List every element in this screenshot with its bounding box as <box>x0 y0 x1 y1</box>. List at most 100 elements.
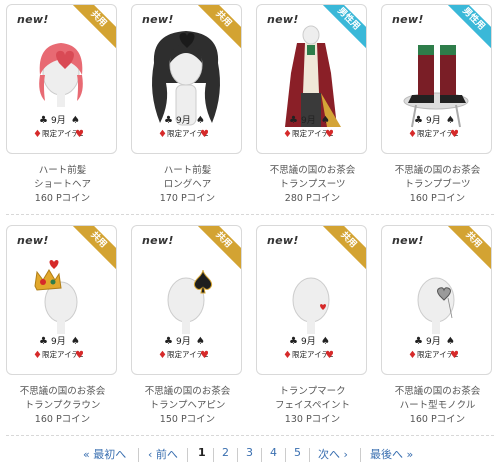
svg-text:♠: ♠ <box>71 336 80 347</box>
svg-text:♠: ♠ <box>446 336 455 347</box>
limited-badge-icon: ♣ 9月 ♠ ♦ 限定アイテム ♥ <box>158 336 208 361</box>
item-card[interactable]: new! 男性用 ♣ 9月 ♠ ♦ 限定アイテム ♥ <box>252 4 367 214</box>
page-number-current: 1 <box>198 446 206 459</box>
item-price: 130 Pコイン <box>284 414 341 425</box>
item-card[interactable]: new! 共用 ♣ 9月 ♠ ♦ 限定アイテム ♥ <box>2 225 117 435</box>
item-price: 150 Pコイン <box>159 414 216 425</box>
limited-badge-icon: ♣ 9月 ♠ ♦ 限定アイテム ♥ <box>283 115 333 140</box>
item-name-line2: トランプブーツ <box>404 179 471 190</box>
svg-text:♥: ♥ <box>75 129 83 140</box>
item-price: 280 Pコイン <box>284 193 341 204</box>
page-number-link[interactable]: 3 <box>246 446 253 459</box>
svg-text:♥: ♥ <box>200 350 208 361</box>
pager-divider <box>285 448 286 462</box>
item-caption: ハート前髪 ショートヘア 160 Pコイン <box>2 164 123 206</box>
pager-divider <box>237 448 238 462</box>
item-card[interactable]: new! 男性用 ♣ 9月 ♠ ♦ 限定アイテム 不思議の国のお茶会 トランプブ… <box>377 4 492 214</box>
svg-text:♥: ♥ <box>75 350 83 361</box>
item-name-line1: ハート前髪 <box>163 165 212 176</box>
limited-badge-icon: ♣ 9月 ♠ ♦ 限定アイテム ♥ <box>33 336 83 361</box>
svg-text:♠: ♠ <box>321 115 330 126</box>
pager-divider <box>213 448 214 462</box>
svg-text:♣: ♣ <box>164 115 173 126</box>
svg-text:♦: ♦ <box>158 129 167 140</box>
limited-badge-icon: ♣ 9月 ♠ ♦ 限定アイテム ♥ <box>33 115 83 140</box>
item-name-line1: 不思議の国のお茶会 <box>144 386 231 397</box>
row-divider <box>6 435 494 436</box>
pager-divider <box>187 448 188 462</box>
item-thumbnail[interactable]: new! 共用 ♣ 9月 ♠ ♦ 限定アイテム ♥ <box>6 225 117 375</box>
svg-text:♣: ♣ <box>164 336 173 347</box>
item-caption: トランプマーク フェイスペイント 130 Pコイン <box>252 385 373 427</box>
pager-divider <box>360 448 361 462</box>
item-name-line1: ハート前髪 <box>38 165 87 176</box>
page-number-link[interactable]: 5 <box>294 446 301 459</box>
page-number-link[interactable]: 4 <box>270 446 277 459</box>
page-number-link[interactable]: 2 <box>222 446 229 459</box>
svg-text:♦: ♦ <box>283 129 292 140</box>
badge-month: 9月 <box>176 336 191 347</box>
item-thumbnail[interactable]: new! 共用 ♣ 9月 ♠ ♦ 限定アイテム ♥ <box>131 4 242 154</box>
svg-text:♠: ♠ <box>321 336 330 347</box>
svg-text:♥: ♥ <box>325 350 333 361</box>
badge-month: 9月 <box>301 336 316 347</box>
item-card[interactable]: new! 共用 ♣ 9月 ♠ ♦ 限定アイテム ♥ 不思議の国のお茶会 <box>127 225 242 435</box>
item-name-line2: トランプヘアピン <box>149 400 226 411</box>
item-caption: 不思議の国のお茶会 トランプスーツ 280 Pコイン <box>252 164 373 206</box>
item-caption: 不思議の国のお茶会 トランプクラウン 160 Pコイン <box>2 385 123 427</box>
item-name-line1: 不思議の国のお茶会 <box>19 386 106 397</box>
item-thumbnail[interactable]: new! 共用 ♣ 9月 ♠ ♦ 限定アイテム ♥ <box>6 4 117 154</box>
last-page-link[interactable]: 最後へ » <box>370 446 413 462</box>
badge-month: 9月 <box>51 336 66 347</box>
limited-badge-icon: ♣ 9月 ♠ ♦ 限定アイテム ♥ <box>408 336 458 361</box>
svg-text:♣: ♣ <box>414 336 423 347</box>
svg-text:♣: ♣ <box>414 115 423 126</box>
item-price: 160 Pコイン <box>409 193 466 204</box>
item-card[interactable]: new! 共用 ♣ 9月 ♠ ♦ 限定アイテム ♥ <box>2 4 117 214</box>
svg-text:♦: ♦ <box>33 129 42 140</box>
item-price: 160 Pコイン <box>409 414 466 425</box>
svg-text:♣: ♣ <box>289 336 298 347</box>
item-thumbnail[interactable]: new! 男性用 ♣ 9月 ♠ ♦ 限定アイテム ♥ <box>256 4 367 154</box>
first-page-link[interactable]: « 最初へ <box>83 446 126 462</box>
svg-text:♠: ♠ <box>196 115 205 126</box>
item-card[interactable]: new! 共用 ♣ 9月 ♠ ♦ 限定アイテム ♥ トランプマーク <box>252 225 367 435</box>
svg-text:♠: ♠ <box>446 115 455 126</box>
svg-text:♠: ♠ <box>71 115 80 126</box>
svg-text:♣: ♣ <box>39 336 48 347</box>
svg-text:♣: ♣ <box>39 115 48 126</box>
item-price: 160 Pコイン <box>34 414 91 425</box>
badge-month: 9月 <box>51 115 66 126</box>
svg-text:♣: ♣ <box>289 115 298 126</box>
prev-page-link[interactable]: ‹ 前へ <box>148 446 178 462</box>
item-thumbnail[interactable]: new! 共用 ♣ 9月 ♠ ♦ 限定アイテム ♥ <box>381 225 492 375</box>
item-row: new! 共用 ♣ 9月 ♠ ♦ 限定アイテム ♥ <box>0 221 500 441</box>
item-name-line2: フェイスペイント <box>274 400 351 411</box>
svg-text:♦: ♦ <box>33 350 42 361</box>
limited-badge-icon: ♣ 9月 ♠ ♦ 限定アイテム ♥ <box>158 115 208 140</box>
item-thumbnail[interactable]: new! 共用 ♣ 9月 ♠ ♦ 限定アイテム ♥ <box>131 225 242 375</box>
item-card[interactable]: new! 共用 ♣ 9月 ♠ ♦ 限定アイテム ♥ <box>127 4 242 214</box>
badge-month: 9月 <box>426 115 441 126</box>
limited-badge-icon: ♣ 9月 ♠ ♦ 限定アイテム ♥ <box>408 115 458 140</box>
item-name-line1: 不思議の国のお茶会 <box>394 165 481 176</box>
pager-divider <box>309 448 310 462</box>
item-card[interactable]: new! 共用 ♣ 9月 ♠ ♦ 限定アイテム ♥ 不思議の <box>377 225 492 435</box>
svg-text:♠: ♠ <box>196 336 205 347</box>
svg-text:♦: ♦ <box>408 350 417 361</box>
badge-month: 9月 <box>301 115 316 126</box>
pager-divider <box>138 448 139 462</box>
svg-text:♦: ♦ <box>408 129 417 140</box>
item-thumbnail[interactable]: new! 男性用 ♣ 9月 ♠ ♦ 限定アイテム <box>381 4 492 154</box>
item-name-line1: 不思議の国のお茶会 <box>394 386 481 397</box>
item-caption: 不思議の国のお茶会 トランプブーツ 160 Pコイン <box>377 164 498 206</box>
svg-text:♦: ♦ <box>283 350 292 361</box>
item-name-line2: ハート型モノクル <box>399 400 476 411</box>
item-name-line1: トランプマーク <box>279 386 346 397</box>
item-thumbnail[interactable]: new! 共用 ♣ 9月 ♠ ♦ 限定アイテム ♥ <box>256 225 367 375</box>
item-name-line2: ショートヘア <box>33 179 91 190</box>
next-page-link[interactable]: 次へ › <box>318 446 348 462</box>
pagination: « 最初へ ‹ 前へ 1 2 3 4 5 次へ › 最後へ » <box>0 446 500 464</box>
badge-month: 9月 <box>176 115 191 126</box>
limited-badge-icon: ♣ 9月 ♠ ♦ 限定アイテム ♥ <box>283 336 333 361</box>
